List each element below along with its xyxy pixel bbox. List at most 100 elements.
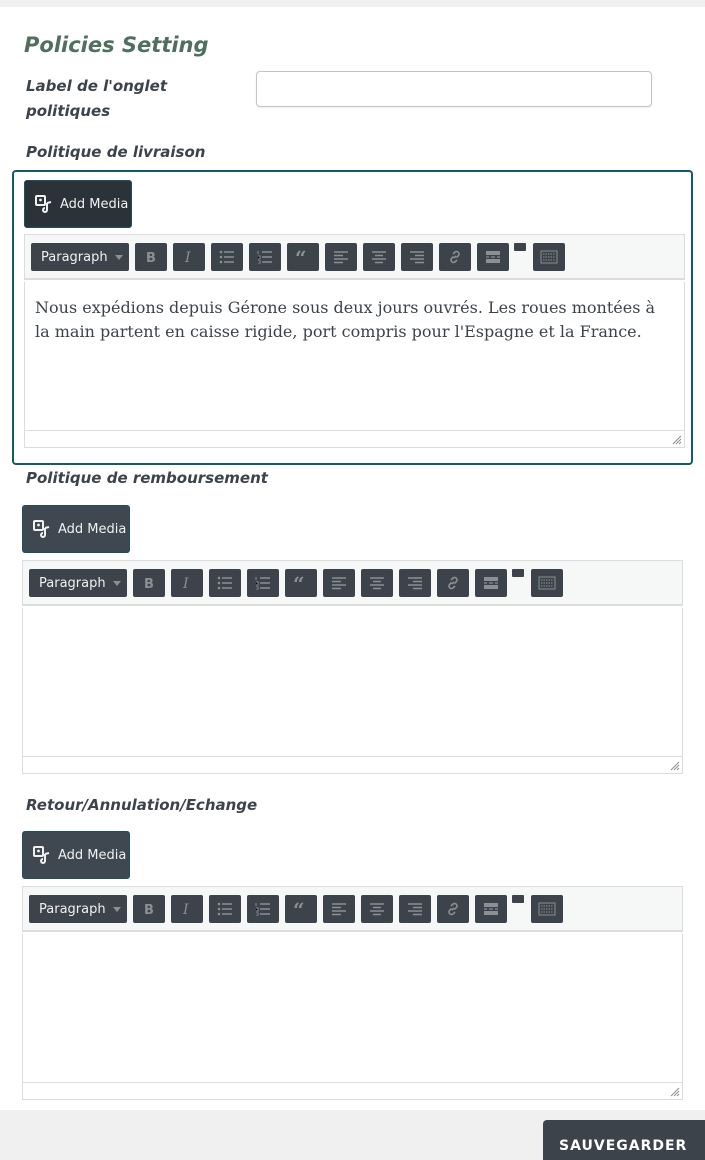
svg-text:B: B xyxy=(146,251,156,264)
italic-button[interactable]: I xyxy=(171,895,203,923)
align-left-icon xyxy=(333,250,349,264)
link-button[interactable] xyxy=(437,569,469,597)
editor-statusbar xyxy=(22,1082,683,1100)
bullet-list-icon xyxy=(217,576,233,590)
blockquote-icon: “ xyxy=(293,902,309,916)
align-center-button[interactable] xyxy=(363,243,395,271)
read-more-icon xyxy=(483,902,499,916)
svg-text:“: “ xyxy=(293,902,305,916)
refund-policy-editor: Add Media Paragraph B I “ xyxy=(12,497,693,787)
bold-button[interactable]: B xyxy=(133,569,165,597)
read-more-button[interactable] xyxy=(475,569,507,597)
media-icon xyxy=(33,520,50,538)
format-select[interactable]: Paragraph xyxy=(29,895,127,923)
toolbar-extra-toggle[interactable] xyxy=(514,243,526,251)
blockquote-icon: “ xyxy=(295,250,311,264)
align-left-button[interactable] xyxy=(323,895,355,923)
toolbar-extra-toggle[interactable] xyxy=(512,895,524,903)
refund-policy-label: Politique de remboursement xyxy=(26,469,268,487)
media-icon xyxy=(35,195,52,213)
editor-text: Nous expédions depuis Gérone sous deux j… xyxy=(35,298,656,341)
save-button[interactable]: SAUVEGARDER xyxy=(543,1120,705,1160)
svg-text:I: I xyxy=(184,250,191,264)
align-left-button[interactable] xyxy=(323,569,355,597)
numbered-list-button[interactable] xyxy=(247,895,279,923)
align-right-icon xyxy=(407,902,423,916)
tab-label-caption: Label de l'onglet politiques xyxy=(26,77,168,120)
page-title: Policies Setting xyxy=(24,33,209,57)
link-button[interactable] xyxy=(437,895,469,923)
format-select[interactable]: Paragraph xyxy=(29,569,127,597)
blockquote-icon: “ xyxy=(293,576,309,590)
format-select-value: Paragraph xyxy=(39,901,106,917)
toolbar-toggle-button[interactable] xyxy=(531,895,563,923)
svg-text:I: I xyxy=(182,576,189,590)
link-button[interactable] xyxy=(439,243,471,271)
shipping-policy-editor: Add Media Paragraph B I “ Nous expédions d… xyxy=(12,170,693,465)
align-left-button[interactable] xyxy=(325,243,357,271)
editor-toolbar: Paragraph B I “ xyxy=(24,234,685,280)
add-media-label: Add Media xyxy=(58,847,127,863)
format-select[interactable]: Paragraph xyxy=(31,243,129,271)
resize-handle-icon[interactable] xyxy=(672,435,682,445)
align-left-icon xyxy=(331,576,347,590)
svg-text:B: B xyxy=(144,903,154,916)
svg-text:“: “ xyxy=(293,576,305,590)
align-right-button[interactable] xyxy=(399,569,431,597)
return-policy-editor: Add Media Paragraph B I “ xyxy=(12,823,693,1113)
link-icon xyxy=(445,575,461,591)
bullet-list-button[interactable] xyxy=(209,895,241,923)
align-center-icon xyxy=(369,576,385,590)
toolbar-toggle-icon xyxy=(538,576,556,590)
editor-statusbar xyxy=(24,430,685,448)
add-media-label: Add Media xyxy=(58,521,127,537)
bullet-list-icon xyxy=(217,902,233,916)
chevron-down-icon xyxy=(113,581,121,586)
align-center-button[interactable] xyxy=(361,569,393,597)
italic-button[interactable]: I xyxy=(173,243,205,271)
editor-content[interactable] xyxy=(22,934,683,1084)
toolbar-toggle-icon xyxy=(540,250,558,264)
link-icon xyxy=(447,249,463,265)
bullet-list-button[interactable] xyxy=(211,243,243,271)
chevron-down-icon xyxy=(115,255,123,260)
numbered-list-icon xyxy=(255,902,271,916)
add-media-button[interactable]: Add Media xyxy=(22,831,130,879)
blockquote-button[interactable]: “ xyxy=(285,895,317,923)
bold-button[interactable]: B xyxy=(135,243,167,271)
add-media-button[interactable]: Add Media xyxy=(22,505,130,553)
numbered-list-button[interactable] xyxy=(249,243,281,271)
add-media-label: Add Media xyxy=(60,196,129,212)
add-media-button[interactable]: Add Media xyxy=(24,180,132,228)
read-more-button[interactable] xyxy=(475,895,507,923)
blockquote-button[interactable]: “ xyxy=(287,243,319,271)
italic-icon: I xyxy=(180,902,194,916)
read-more-button[interactable] xyxy=(477,243,509,271)
toolbar-toggle-button[interactable] xyxy=(533,243,565,271)
toolbar-toggle-button[interactable] xyxy=(531,569,563,597)
settings-panel: Policies Setting Label de l'onglet polit… xyxy=(0,7,705,1110)
tab-label-input[interactable] xyxy=(256,71,652,107)
bold-icon: B xyxy=(142,576,156,590)
bold-icon: B xyxy=(144,250,158,264)
editor-content[interactable]: Nous expédions depuis Gérone sous deux j… xyxy=(24,282,685,432)
bold-button[interactable]: B xyxy=(133,895,165,923)
read-more-icon xyxy=(483,576,499,590)
format-select-value: Paragraph xyxy=(41,249,108,265)
italic-button[interactable]: I xyxy=(171,569,203,597)
blockquote-button[interactable]: “ xyxy=(285,569,317,597)
editor-statusbar xyxy=(22,756,683,774)
align-right-button[interactable] xyxy=(399,895,431,923)
resize-handle-icon[interactable] xyxy=(670,761,680,771)
align-center-icon xyxy=(371,250,387,264)
toolbar-extra-toggle[interactable] xyxy=(512,569,524,577)
numbered-list-button[interactable] xyxy=(247,569,279,597)
bullet-list-button[interactable] xyxy=(209,569,241,597)
align-center-button[interactable] xyxy=(361,895,393,923)
align-left-icon xyxy=(331,902,347,916)
resize-handle-icon[interactable] xyxy=(670,1087,680,1097)
align-right-button[interactable] xyxy=(401,243,433,271)
editor-toolbar: Paragraph B I “ xyxy=(22,886,683,932)
editor-content[interactable] xyxy=(22,608,683,758)
numbered-list-icon xyxy=(257,250,273,264)
